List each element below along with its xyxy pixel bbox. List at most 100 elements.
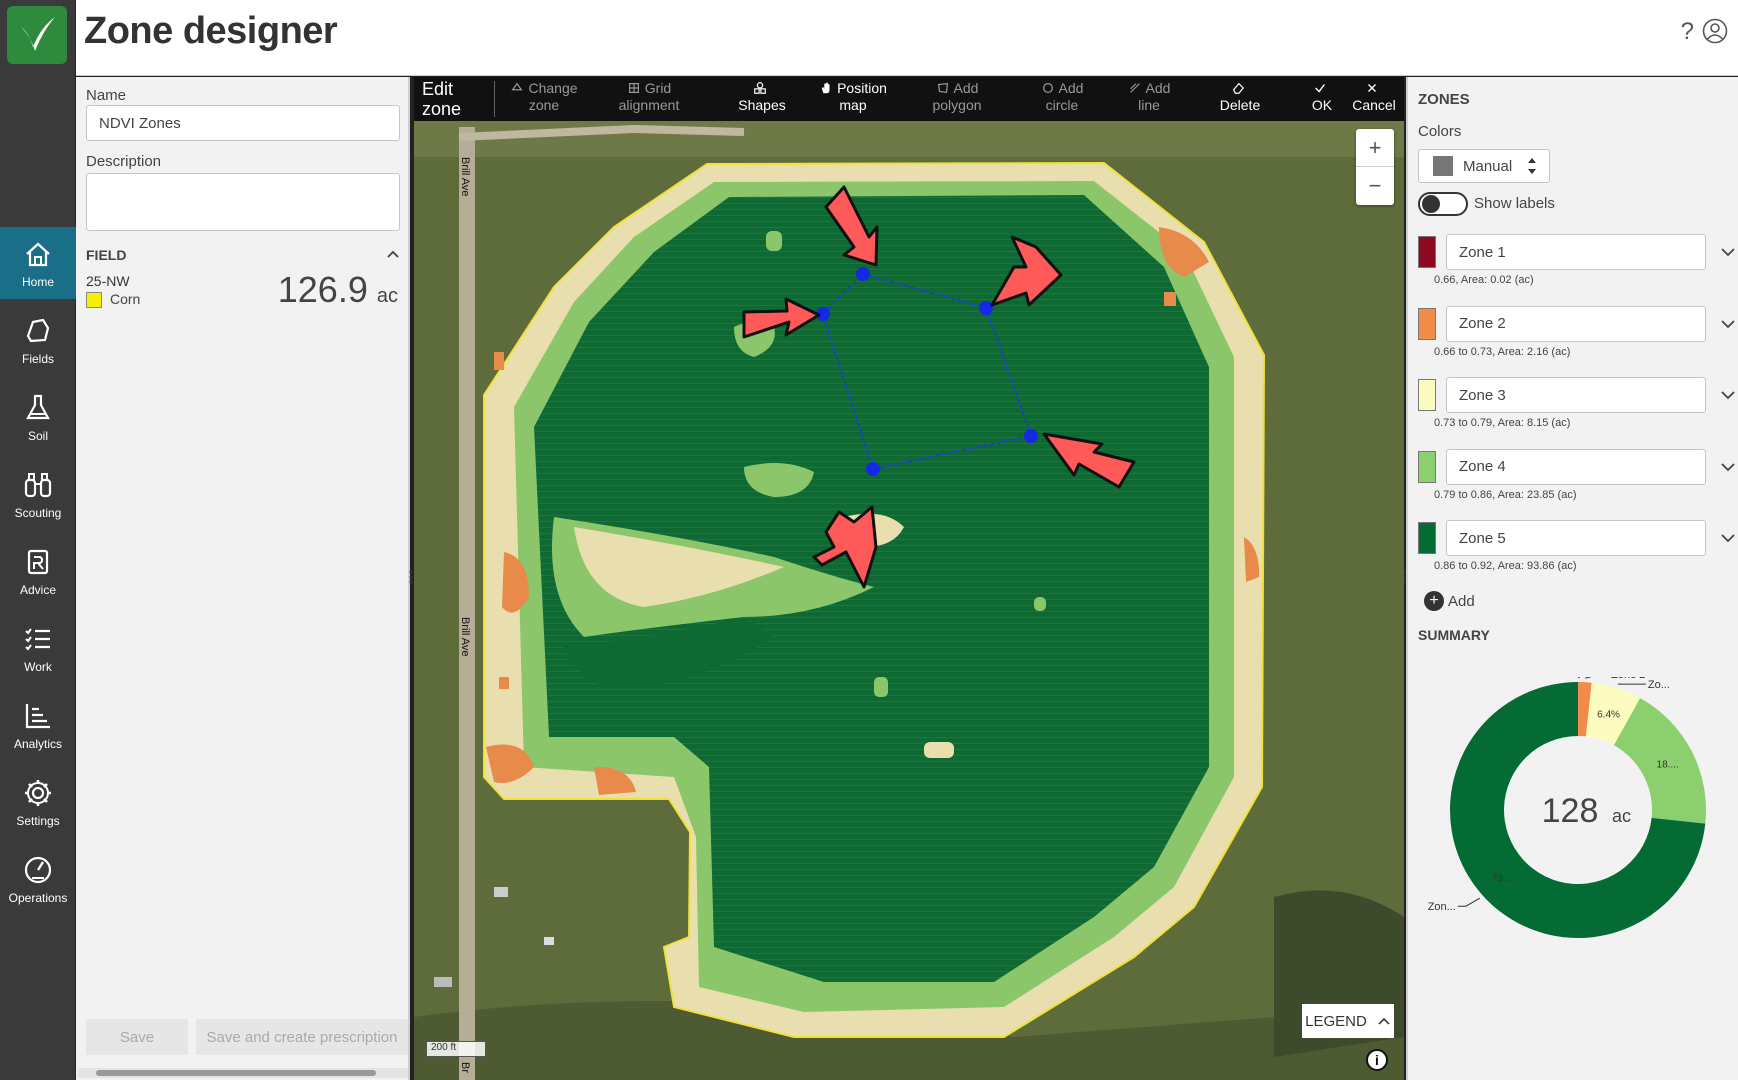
field-section-header[interactable]: FIELD xyxy=(86,247,400,263)
toolbar-item-line1: Change xyxy=(528,80,578,96)
zone-name-input[interactable]: Zone 5 xyxy=(1446,520,1706,556)
toolbar-mode-label: Edit zone xyxy=(422,79,461,119)
toolbar-item-line2: line xyxy=(1138,97,1160,113)
zone-color-swatch[interactable] xyxy=(1418,236,1436,268)
nav-item-soil[interactable]: Soil xyxy=(0,381,76,453)
info-icon[interactable]: i xyxy=(1366,1049,1388,1071)
nav-item-home[interactable]: Home xyxy=(0,227,76,299)
description-input[interactable] xyxy=(86,173,400,231)
road-label-top: Brill Ave xyxy=(459,157,471,197)
zone-row: Zone 2 0.66 to 0.73, Area: 2.16 (ac) xyxy=(1418,305,1738,368)
toolbar-delete-button[interactable]: Delete xyxy=(1210,80,1270,114)
toolbar-zone-button[interactable]: Change zone xyxy=(499,80,589,114)
zone-row: Zone 1 0.66, Area: 0.02 (ac) xyxy=(1418,234,1738,296)
toolbar-ok-button[interactable]: OK xyxy=(1292,80,1352,114)
show-labels-label: Show labels xyxy=(1474,195,1555,212)
zones-header: ZONES xyxy=(1418,91,1470,108)
donut-callout-line xyxy=(1585,677,1592,679)
toolbar-polygon-button[interactable]: Add polygon xyxy=(912,80,1002,114)
nav-item-operations[interactable]: Operations xyxy=(0,843,76,915)
zone-row: Zone 3 0.73 to 0.79, Area: 8.15 (ac) xyxy=(1418,377,1738,439)
horizontal-scrollbar[interactable] xyxy=(78,1068,408,1078)
nav-item-fields[interactable]: Fields xyxy=(0,304,76,376)
toolbar-item-line2: OK xyxy=(1311,97,1333,113)
satellite-map[interactable]: Brill Ave Brill Ave Br xyxy=(414,77,1404,1080)
zone-name-input[interactable]: Zone 4 xyxy=(1446,448,1706,485)
fields-icon xyxy=(26,318,50,343)
checklist-icon xyxy=(25,628,50,651)
change-zone-icon xyxy=(511,82,524,91)
nav-label: Settings xyxy=(16,814,60,828)
toolbar-line-button[interactable]: Add line xyxy=(1104,80,1194,114)
chevron-down-icon[interactable] xyxy=(1720,316,1736,332)
zoom-in-button[interactable]: + xyxy=(1356,129,1394,167)
toolbar-divider xyxy=(494,81,495,117)
scrollbar-thumb[interactable] xyxy=(96,1070,376,1076)
toolbar-item-line1: Position xyxy=(837,80,887,96)
donut-slice-label: 73.... xyxy=(1492,874,1514,885)
grid-icon xyxy=(628,83,639,93)
color-mode-select[interactable]: Manual xyxy=(1418,149,1550,183)
nav-label: Advice xyxy=(19,583,57,597)
nav-item-analytics[interactable]: Analytics xyxy=(0,689,76,761)
toolbar-shapes-button[interactable]: Shapes xyxy=(717,80,807,114)
toolbar-map-button[interactable]: Position map xyxy=(808,80,898,114)
user-account-icon[interactable] xyxy=(1702,18,1728,44)
plus-circle-icon: + xyxy=(1424,591,1444,611)
check-icon xyxy=(1315,84,1325,93)
panel-resize-handle-left[interactable] xyxy=(409,570,413,584)
map-canvas[interactable]: Brill Ave Brill Ave Br Edit zone Change z… xyxy=(414,77,1404,1080)
nav-item-settings[interactable]: Settings xyxy=(0,766,76,838)
help-icon[interactable]: ? xyxy=(1681,18,1694,46)
show-labels-toggle[interactable] xyxy=(1418,192,1468,216)
chevron-down-icon[interactable] xyxy=(1720,387,1736,403)
zone-name-input[interactable]: Zone 2 xyxy=(1446,305,1706,342)
binoculars-icon xyxy=(24,473,52,498)
zone-name-input[interactable]: Zone 3 xyxy=(1446,377,1706,413)
chevron-down-icon[interactable] xyxy=(1720,244,1736,260)
donut-slice-label: 6.4% xyxy=(1597,710,1620,721)
chart-icon xyxy=(25,704,50,729)
road-label-bottom: Br xyxy=(459,1062,471,1073)
page-title: Zone designer xyxy=(84,10,338,52)
nav-label: Soil xyxy=(27,429,48,443)
app-logo[interactable] xyxy=(7,6,67,64)
zoom-out-button[interactable]: − xyxy=(1356,167,1394,205)
chevron-down-icon[interactable] xyxy=(1720,530,1736,546)
hand-icon xyxy=(821,82,830,94)
nav-label: Home xyxy=(21,275,54,289)
edit-zone-toolbar: Edit zone Change zone Grid alignment Shapes P… xyxy=(414,77,1404,121)
toolbar-circle-button[interactable]: Add circle xyxy=(1017,80,1107,114)
nav-label: Analytics xyxy=(13,737,63,751)
name-input[interactable]: NDVI Zones xyxy=(86,105,400,141)
save-button[interactable]: Save xyxy=(86,1019,188,1055)
nav-item-advice[interactable]: Advice xyxy=(0,535,76,607)
zone-color-swatch[interactable] xyxy=(1418,450,1436,483)
polygon-icon xyxy=(937,82,948,94)
nav-label: Fields xyxy=(21,352,54,366)
add-zone-button[interactable]: + Add xyxy=(1424,591,1475,611)
chevron-down-icon[interactable] xyxy=(1720,459,1736,475)
color-mode-swatch xyxy=(1433,156,1453,176)
chevron-up-icon[interactable] xyxy=(386,247,400,261)
description-label: Description xyxy=(86,153,162,170)
donut-center-unit: ac xyxy=(1612,806,1631,826)
nav-item-scouting[interactable]: Scouting xyxy=(0,458,76,530)
toolbar-cancel-button[interactable]: Cancel xyxy=(1344,80,1404,114)
toolbar-item-line1: Add xyxy=(1058,80,1084,96)
zone-color-swatch[interactable] xyxy=(1418,307,1436,340)
zone-color-swatch[interactable] xyxy=(1418,522,1436,554)
zone-range-area: 0.86 to 0.92, Area: 93.86 (ac) xyxy=(1434,560,1577,572)
prescription-icon xyxy=(27,549,49,575)
zone-name-input[interactable]: Zone 1 xyxy=(1446,234,1706,270)
legend-button[interactable]: LEGEND xyxy=(1302,1004,1394,1038)
donut-callout-label: Zo... xyxy=(1648,679,1670,691)
summary-header: SUMMARY xyxy=(1418,627,1490,643)
zone-color-swatch[interactable] xyxy=(1418,379,1436,411)
nav-item-work[interactable]: Work xyxy=(0,612,76,684)
save-and-create-prescription-button[interactable]: Save and create prescription xyxy=(196,1019,408,1055)
zone-range-area: 0.73 to 0.79, Area: 8.15 (ac) xyxy=(1434,417,1571,429)
toolbar-alignment-button[interactable]: Grid alignment xyxy=(604,80,694,114)
field-section-label: FIELD xyxy=(86,247,127,263)
add-zone-label: Add xyxy=(1448,592,1475,610)
